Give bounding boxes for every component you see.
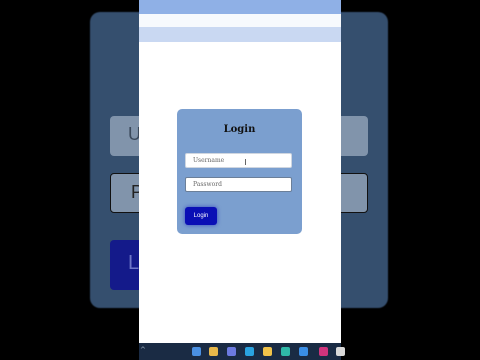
text-cursor xyxy=(245,159,246,165)
phone-screen: Login Login xyxy=(139,0,341,343)
chevron-up-icon[interactable]: ^ xyxy=(140,346,146,354)
header-strip xyxy=(139,14,341,27)
telegram-icon[interactable] xyxy=(245,347,254,356)
login-form: Login Login xyxy=(177,109,302,234)
app-icon-2[interactable] xyxy=(336,347,345,356)
header-bar xyxy=(139,0,341,14)
header-strip-lower xyxy=(139,27,341,42)
taskbar: ^ xyxy=(139,343,345,360)
edge-icon[interactable] xyxy=(281,347,290,356)
app-icon[interactable] xyxy=(319,347,328,356)
login-title: Login xyxy=(223,124,256,135)
password-input[interactable] xyxy=(185,177,292,192)
file-explorer-icon[interactable] xyxy=(209,347,218,356)
username-input[interactable] xyxy=(185,153,292,168)
folder-icon[interactable] xyxy=(263,347,272,356)
background-button-text: L xyxy=(128,252,140,274)
store-icon[interactable] xyxy=(299,347,308,356)
chat-icon[interactable] xyxy=(227,347,236,356)
login-button[interactable]: Login xyxy=(185,207,217,225)
search-icon[interactable] xyxy=(192,347,201,356)
